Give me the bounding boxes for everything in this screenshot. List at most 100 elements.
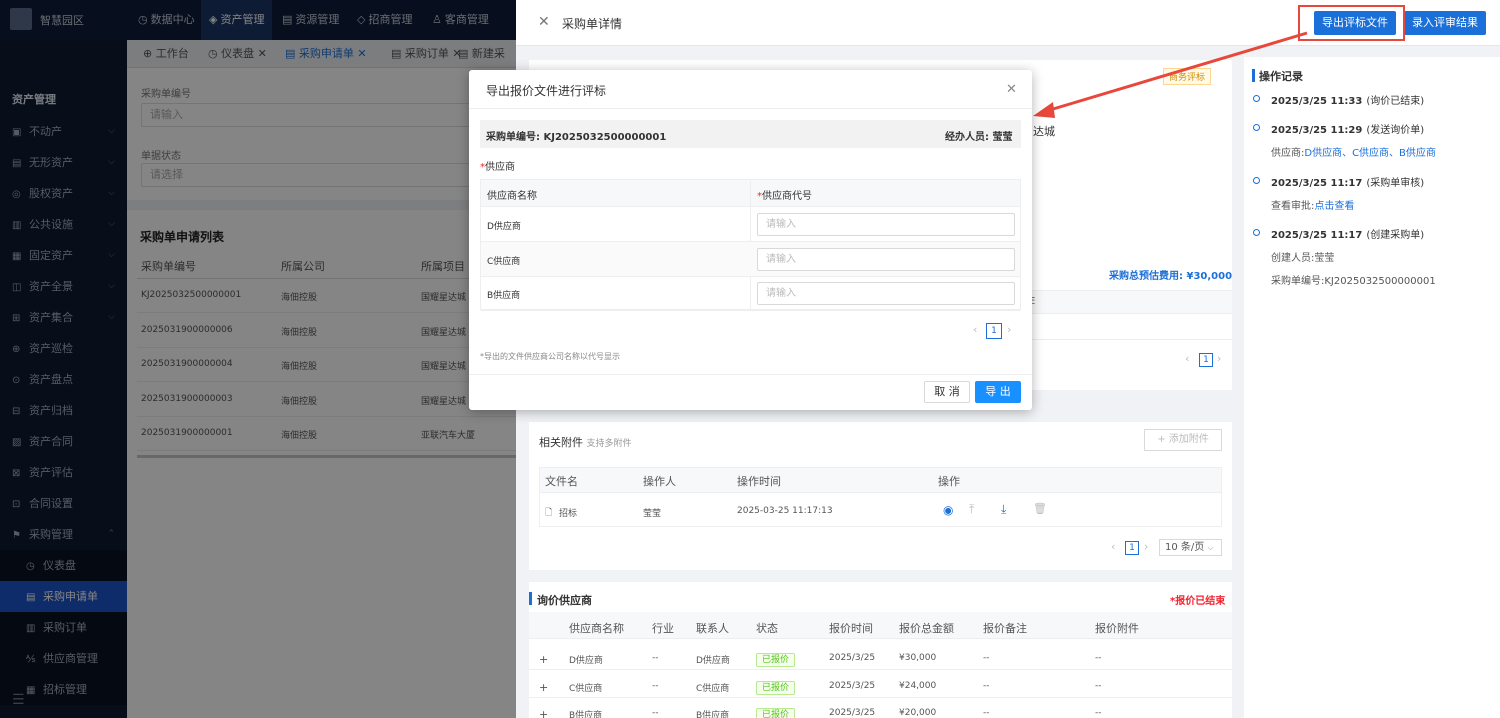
supplier-label: *供应商 (480, 162, 515, 173)
export-note: *导出的文件供应商公司名称以代号显示 (480, 352, 620, 361)
drawer-title: 采购单详情 (562, 17, 623, 31)
page-number[interactable]: 1 (1199, 353, 1213, 367)
inquiry-cell-contact: B供应商 (696, 711, 730, 718)
dialog-close-icon[interactable]: ✕ (1006, 82, 1017, 97)
record-detail-label: 采购单编号: (1271, 276, 1325, 287)
attach-col-user: 操作人 (643, 475, 676, 488)
supplier-name: B供应商 (487, 291, 521, 301)
col-supplier-name: 供应商名称 (487, 191, 537, 202)
inquiry-cell-amount: ¥24,000 (899, 680, 937, 691)
order-no-value: KJ2025032500000001 (543, 132, 667, 143)
order-no: 采购单编号: KJ2025032500000001 (486, 128, 666, 143)
inquiry-cell-file: -- (1095, 680, 1102, 691)
drawer-header: ✕ 采购单详情 导出评标文件 录入评审结果 (516, 0, 1500, 46)
inquiry-cell-industry: -- (652, 708, 659, 718)
cancel-button[interactable]: 取 消 (924, 381, 970, 403)
dialog-next-page-icon[interactable]: › (1007, 323, 1011, 336)
inquiry-cell-amount: ¥20,000 (899, 708, 937, 718)
record-heading: 2025/3/25 11:17 (采购单审核) (1271, 174, 1424, 189)
supplier-table: 供应商名称 *供应商代号 D供应商 请输入 C供应商 请输入 B供应商 请输入 (480, 179, 1021, 311)
status-tag: 已报价 (756, 706, 796, 718)
inquiry-cell-amount: ¥30,000 (899, 653, 937, 663)
expand-plus-icon[interactable]: + (539, 708, 548, 718)
record-detail-label: 创建人员: (1271, 253, 1315, 264)
prev-page-icon[interactable]: ‹ (1185, 352, 1189, 365)
record-action: (发送询价单) (1366, 125, 1425, 136)
supplier-code-input[interactable]: 请输入 (757, 247, 1015, 271)
supplier-code-input[interactable]: 请输入 (757, 282, 1015, 305)
expand-plus-icon[interactable]: + (539, 653, 548, 666)
divider (481, 275, 1020, 277)
divider (529, 696, 1232, 698)
inquiry-col-2: 联系人 (696, 622, 729, 635)
attach-prev-icon[interactable]: ‹ (1111, 540, 1115, 553)
section-marker (529, 592, 532, 605)
timeline-dot-icon (1253, 177, 1260, 184)
record-detail-value[interactable]: D供应商、C供应商、B供应商 (1304, 148, 1436, 159)
supplier-code-input[interactable]: 请输入 (757, 213, 1015, 236)
order-info-bar: 采购单编号: KJ2025032500000001 经办人员: 莹莹 (480, 120, 1021, 148)
download-icon[interactable]: ⤓ (1001, 502, 1006, 517)
next-page-icon[interactable]: › (1217, 352, 1221, 365)
inquiry-col-1: 行业 (652, 622, 674, 635)
attachments-table-header (539, 467, 1222, 493)
divider (529, 669, 1232, 670)
attachment-user: 莹莹 (643, 509, 662, 519)
record-detail: 采购单编号:KJ2025032500000001 (1271, 272, 1436, 287)
total-estimate-value: ¥30,000 (1186, 271, 1233, 282)
page-size-select[interactable]: 10 条/页 ⌵ (1159, 539, 1222, 556)
upload-icon[interactable]: ⤒ (969, 502, 974, 517)
chevron-down-icon: ⌵ (1207, 543, 1214, 552)
inquiry-card: 询价供应商 *报价已结束 供应商名称 行业 联系人 状态 报价时间 报价总金额 报价备注 报价… (529, 582, 1232, 718)
expand-plus-icon[interactable]: + (539, 681, 548, 694)
inquiry-cell-contact: C供应商 (696, 683, 730, 694)
record-heading: 2025/3/25 11:17 (创建采购单) (1271, 226, 1424, 241)
preview-eye-icon[interactable]: ◉ (943, 503, 953, 517)
record-detail-value: KJ2025032500000001 (1324, 276, 1436, 287)
inquiry-cell-name: D供应商 (569, 656, 603, 666)
record-action: (询价已结束) (1366, 96, 1425, 107)
attachments-hint: 支持多附件 (586, 439, 632, 449)
record-time: 2025/3/25 11:17 (1271, 178, 1363, 189)
attachments-card: 相关附件 支持多附件 + 添加附件 文件名 操作人 操作时间 操作 🗋 招标 莹… (529, 422, 1232, 570)
inquiry-col-6: 报价备注 (983, 622, 1027, 635)
annotation-arrow (1033, 31, 1308, 118)
dialog-page-number[interactable]: 1 (986, 323, 1002, 339)
record-detail-value[interactable]: 点击查看 (1314, 201, 1354, 212)
inquiry-cell-time: 2025/3/25 (829, 680, 876, 691)
supplier-name: D供应商 (487, 222, 521, 232)
dialog-prev-page-icon[interactable]: ‹ (973, 323, 977, 336)
divider (469, 108, 1032, 109)
supplier-name: C供应商 (487, 256, 521, 267)
delete-icon[interactable]: 🗑 (1033, 502, 1047, 515)
status-tag: 已报价 (756, 679, 796, 695)
attach-next-icon[interactable]: › (1144, 540, 1148, 553)
handler-value: 莹莹 (992, 132, 1013, 143)
close-icon[interactable]: ✕ (538, 14, 550, 30)
handler-label: 经办人员: (945, 132, 989, 143)
total-estimate-label: 采购总预估费用: (1109, 271, 1183, 282)
status-tag: 已报价 (756, 651, 796, 667)
add-attachment-button[interactable]: + 添加附件 (1144, 429, 1222, 451)
inquiry-col-0: 供应商名称 (569, 622, 624, 635)
status-tag-text: 已报价 (756, 653, 796, 667)
record-action: (创建采购单) (1366, 230, 1425, 241)
status-tag-text: 已报价 (756, 680, 796, 695)
inquiry-cell-industry: -- (652, 653, 659, 663)
attachments-title-text: 相关附件 (539, 436, 583, 449)
status-tag-text: 已报价 (756, 708, 796, 718)
attachment-filename[interactable]: 招标 (559, 506, 577, 519)
export-button[interactable]: 导 出 (975, 381, 1021, 403)
record-time: 2025/3/25 11:17 (1271, 230, 1363, 241)
handler: 经办人员: 莹莹 (945, 128, 1012, 143)
enter-review-result-button[interactable]: 录入评审结果 (1404, 11, 1486, 35)
attachment-row (539, 493, 1222, 527)
inquiry-cell-time: 2025/3/25 (829, 653, 876, 663)
attach-page-number[interactable]: 1 (1125, 541, 1139, 555)
quote-ended-status: *报价已结束 (1170, 596, 1226, 607)
export-dialog: 导出报价文件进行评标 ✕ 采购单编号: KJ2025032500000001 经… (469, 70, 1032, 410)
attachment-time: 2025-03-25 11:17:13 (737, 506, 833, 516)
attachments-title: 相关附件 支持多附件 (539, 434, 632, 450)
inquiry-cell-contact: D供应商 (696, 656, 730, 666)
col-supplier-code-text: 供应商代号 (762, 191, 812, 202)
